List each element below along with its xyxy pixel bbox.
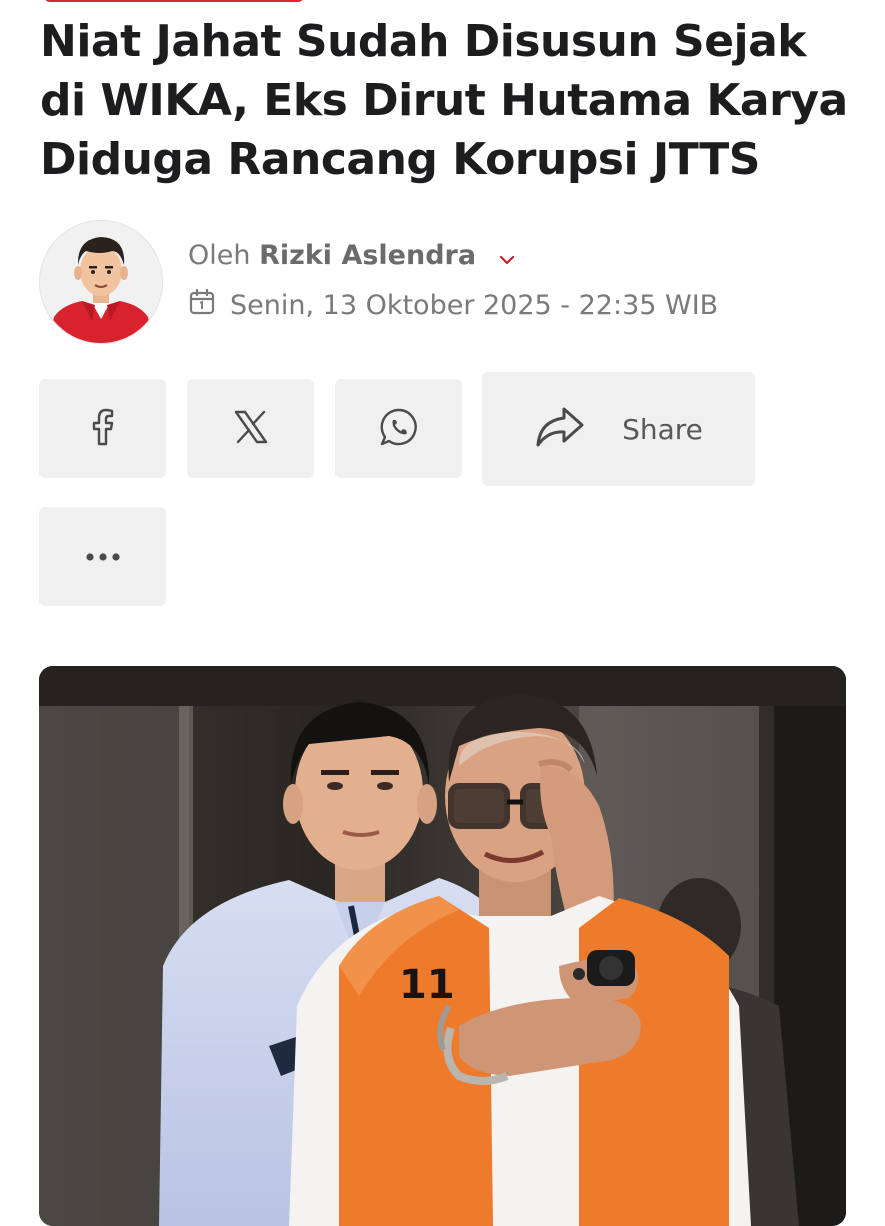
share-x-button[interactable] — [187, 379, 314, 478]
author-avatar[interactable] — [39, 220, 163, 344]
byline-prefix: Oleh — [188, 240, 251, 271]
chevron-down-icon[interactable] — [499, 241, 515, 272]
more-dots-icon — [85, 547, 121, 566]
share-button[interactable]: Share — [482, 372, 755, 486]
category-tag[interactable] — [44, 0, 304, 2]
article-headline: Niat Jahat Sudah Disusun Sejak di WIKA, … — [40, 16, 848, 185]
share-arrow-icon — [534, 405, 586, 453]
more-options-button[interactable] — [39, 507, 166, 606]
vest-number: 11 — [399, 962, 455, 1008]
x-icon — [233, 410, 269, 448]
article-photo[interactable]: 11 — [39, 666, 846, 1226]
date-text: Senin, 13 Oktober 2025 - 22:35 WIB — [230, 290, 719, 321]
author-block: Oleh Rizki Aslendra Senin, 13 Oktober 20… — [39, 220, 839, 344]
calendar-icon — [188, 288, 230, 323]
author-name[interactable]: Rizki Aslendra — [259, 240, 476, 271]
publish-date: Senin, 13 Oktober 2025 - 22:35 WIB — [188, 288, 718, 323]
whatsapp-icon — [379, 407, 419, 451]
share-whatsapp-button[interactable] — [335, 379, 462, 478]
share-facebook-button[interactable] — [39, 379, 166, 478]
facebook-icon — [88, 408, 118, 450]
byline: Oleh Rizki Aslendra — [188, 240, 515, 272]
share-label: Share — [622, 412, 703, 446]
